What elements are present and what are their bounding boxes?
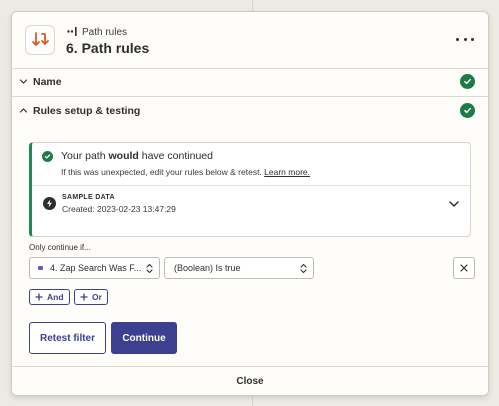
- result-subtext: If this was unexpected, edit your rules …: [61, 167, 310, 177]
- filter-label: Only continue if...: [29, 243, 91, 252]
- section-rules[interactable]: Rules setup & testing: [12, 97, 488, 125]
- checkmark-icon: [460, 74, 475, 89]
- result-suffix: have continued: [138, 150, 213, 162]
- field-select[interactable]: 4. Zap Search Was F...: [29, 257, 160, 279]
- chevron-down-icon[interactable]: [448, 199, 460, 209]
- more-options-icon[interactable]: [456, 32, 474, 46]
- section-name-label: Name: [33, 76, 62, 88]
- close-button[interactable]: Close: [236, 376, 263, 387]
- split-arrows-icon: [32, 32, 49, 46]
- retest-filter-button[interactable]: Retest filter: [29, 322, 106, 354]
- field-select-value: 4. Zap Search Was F...: [50, 263, 142, 273]
- section-name[interactable]: Name: [12, 68, 488, 97]
- step-panel: Path rules 6. Path rules Name Rules setu…: [11, 11, 489, 396]
- zap-search-icon: [38, 266, 43, 270]
- page-title: 6. Path rules: [66, 40, 150, 56]
- add-or-rule-button[interactable]: Or: [74, 289, 108, 305]
- close-icon: [460, 264, 468, 272]
- plus-icon: [35, 293, 43, 301]
- bolt-icon: [43, 197, 56, 210]
- result-emphasis: would: [108, 150, 139, 162]
- or-button-label: Or: [92, 292, 102, 302]
- panel-header: Path rules 6. Path rules: [12, 12, 488, 69]
- result-prefix: Your path: [61, 150, 109, 162]
- close-footer[interactable]: Close: [12, 366, 488, 395]
- chevron-up-icon: [19, 108, 28, 113]
- add-and-rule-button[interactable]: And: [29, 289, 70, 305]
- plus-icon: [80, 293, 88, 301]
- path-rules-icon: [67, 27, 77, 36]
- filter-result-card: Your path would have continued If this w…: [29, 142, 471, 237]
- breadcrumb: Path rules: [82, 27, 128, 38]
- card-divider: [32, 185, 470, 186]
- result-subtext-text: If this was unexpected, edit your rules …: [61, 167, 262, 177]
- result-message: Your path would have continued: [61, 150, 213, 162]
- sample-created-date: Created: 2023-02-23 13:47:29: [62, 204, 176, 214]
- learn-more-link[interactable]: Learn more.: [264, 167, 310, 177]
- section-rules-label: Rules setup & testing: [33, 105, 141, 117]
- sample-data-label: SAMPLE DATA: [62, 194, 115, 201]
- chevron-down-icon: [19, 79, 28, 84]
- continue-button[interactable]: Continue: [111, 322, 177, 354]
- up-down-chevron-icon: [300, 263, 307, 274]
- condition-select[interactable]: (Boolean) Is true: [164, 257, 314, 279]
- up-down-chevron-icon: [146, 263, 153, 274]
- condition-select-value: (Boolean) Is true: [174, 263, 241, 273]
- and-button-label: And: [47, 292, 64, 302]
- checkmark-icon: [460, 103, 475, 118]
- success-check-icon: [42, 151, 53, 162]
- paths-app-icon: [25, 25, 55, 55]
- remove-rule-button[interactable]: [453, 257, 475, 279]
